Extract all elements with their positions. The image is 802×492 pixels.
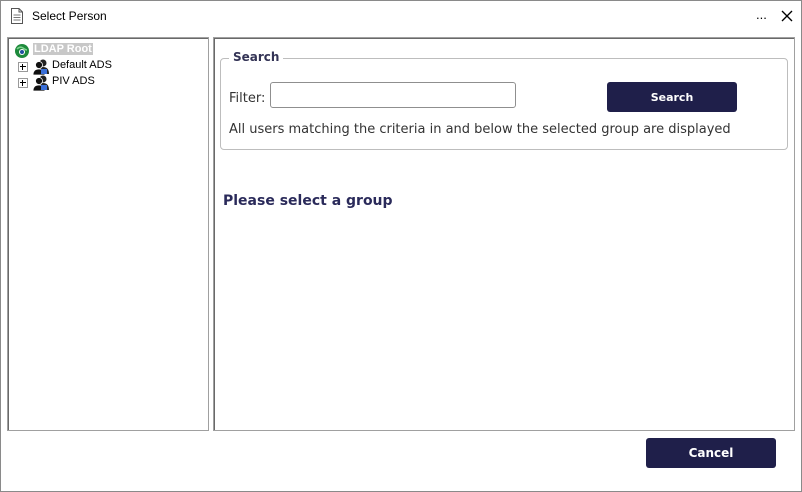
document-icon [11,8,23,24]
expand-icon[interactable] [18,62,28,72]
title-bar: Select Person ... [1,1,801,33]
filter-label: Filter: [229,91,266,106]
window-title: Select Person [32,9,107,23]
status-message: Please select a group [223,193,393,209]
tree-node-label[interactable]: Default ADS [51,59,113,71]
user-group-icon [32,75,49,91]
search-button[interactable]: Search [607,82,737,112]
group-tree[interactable]: LDAP Root Default ADS PIV ADS [7,37,209,431]
search-legend: Search [229,50,284,64]
search-groupbox: Search Filter: Search All users matching… [220,50,788,150]
search-hint: All users matching the criteria in and b… [229,122,731,137]
tree-node-label[interactable]: PIV ADS [51,75,96,87]
tree-root-label[interactable]: LDAP Root [33,43,93,55]
globe-network-icon [15,44,29,58]
more-options-button[interactable]: ... [756,7,767,22]
cancel-button[interactable]: Cancel [646,438,776,468]
close-icon[interactable] [775,5,799,27]
filter-input[interactable] [270,82,516,108]
expand-icon[interactable] [18,78,28,88]
user-group-icon [32,59,49,75]
results-pane: Search Filter: Search All users matching… [213,37,795,431]
select-person-dialog: Select Person ... LDAP Root Default ADS … [0,0,802,492]
